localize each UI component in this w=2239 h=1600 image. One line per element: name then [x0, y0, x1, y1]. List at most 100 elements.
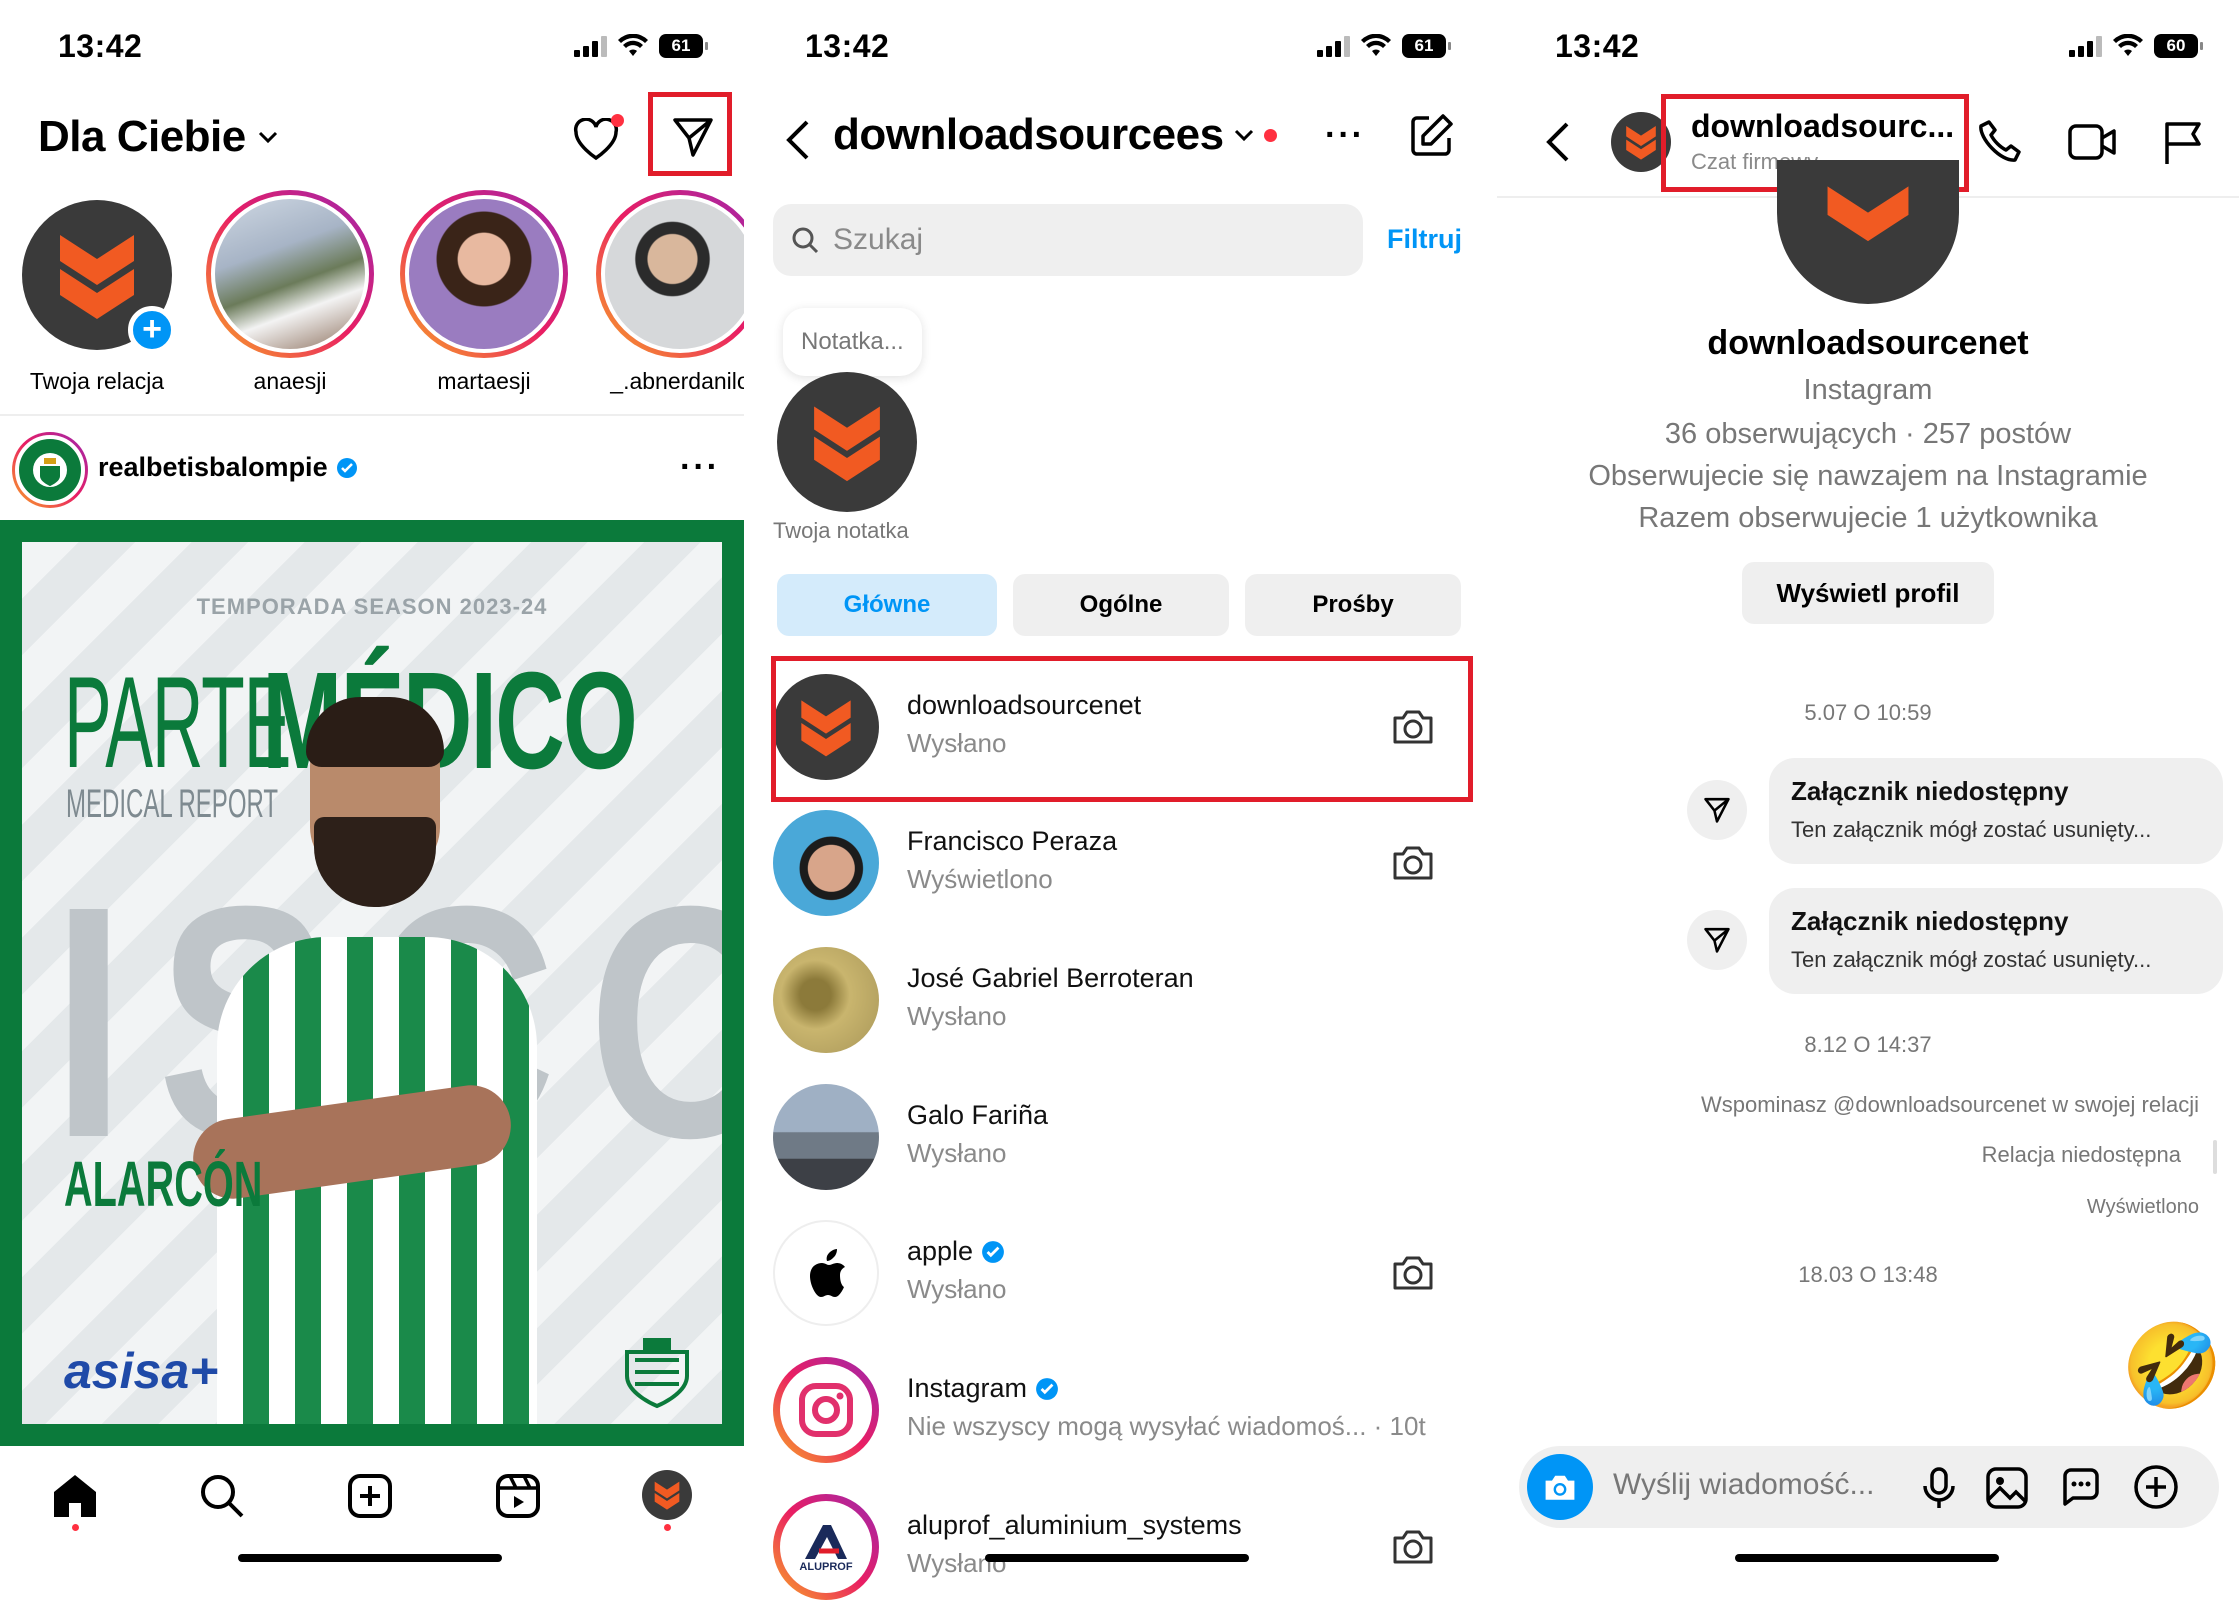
wifi-icon: [2113, 34, 2143, 56]
view-profile-button[interactable]: Wyświetl profil: [1742, 562, 1994, 624]
chat-name: Instagram: [907, 1373, 1059, 1404]
highlight-box: [771, 656, 1473, 802]
downloadsource-logo-icon: [1626, 126, 1656, 160]
home-icon[interactable]: [50, 1472, 100, 1520]
chat-row[interactable]: Galo Fariña Wysłano: [747, 1070, 1495, 1205]
filter-button[interactable]: Filtruj: [1387, 224, 1462, 255]
avatar: [773, 1220, 879, 1326]
camera-button[interactable]: [1527, 1454, 1593, 1520]
video-call-icon[interactable]: [2067, 120, 2117, 164]
emoji-message[interactable]: 🤣: [2121, 1326, 2223, 1408]
phone-icon[interactable]: [1975, 118, 2023, 166]
profile-tab-avatar[interactable]: [642, 1470, 692, 1520]
reels-icon[interactable]: [494, 1472, 542, 1520]
search-input[interactable]: Szukaj: [773, 204, 1363, 276]
microphone-icon[interactable]: [1921, 1466, 1957, 1510]
sticker-icon[interactable]: [2059, 1466, 2103, 1510]
chat-name: Galo Fariña: [907, 1100, 1049, 1130]
tab-primary[interactable]: Główne: [777, 574, 997, 636]
chat-name: aluprof_aluminium_systems: [907, 1510, 1242, 1540]
story-abnerdanilo[interactable]: [596, 190, 744, 358]
story-unavailable[interactable]: Relacja niedostępna: [1982, 1142, 2181, 1168]
chat-row[interactable]: ALUPROF aluprof_aluminium_systems Wysłan…: [747, 1480, 1495, 1600]
battery-icon: 61: [1402, 34, 1451, 58]
instagram-logo-icon: [799, 1383, 853, 1437]
add-icon[interactable]: [2133, 1464, 2179, 1510]
chat-row[interactable]: Instagram Nie wszyscy mogą wysyłać wiado…: [747, 1343, 1495, 1478]
inbox-screen: 13:42 61 downloadsourcees ··· Szukaj Fil…: [747, 0, 1495, 1600]
apple-logo-icon: [810, 1249, 845, 1297]
search-placeholder: Szukaj: [833, 223, 924, 256]
signal-icon: [1317, 35, 1350, 57]
note-bubble[interactable]: Notatka...: [783, 308, 922, 376]
post-more-button[interactable]: ···: [680, 448, 720, 487]
verified-badge-icon: [336, 457, 357, 478]
status-icons: 61: [574, 34, 708, 58]
avatar: [773, 947, 879, 1053]
chat-row[interactable]: Francisco Peraza Wyświetlono: [747, 796, 1495, 931]
add-story-icon[interactable]: +: [128, 306, 176, 354]
verified-badge-icon: [1036, 1377, 1058, 1400]
gallery-icon[interactable]: [1985, 1466, 2029, 1510]
post-image[interactable]: TEMPORADA SEASON 2023-24 PARTE MÉDICO ME…: [0, 520, 744, 1446]
create-post-icon[interactable]: [346, 1472, 394, 1520]
story-avatar: [211, 195, 369, 353]
profile-name: downloadsourcenet: [1707, 324, 2029, 362]
chat-row[interactable]: apple Wysłano: [747, 1206, 1495, 1341]
feed-screen: 13:42 61 Dla Ciebie + Twoja relacja anae…: [0, 0, 744, 1600]
home-dot: [72, 1524, 79, 1531]
account-switcher[interactable]: downloadsourcees: [833, 110, 1277, 160]
chat-status: Wysłano: [907, 1548, 1007, 1578]
camera-icon[interactable]: [1391, 1252, 1435, 1292]
profile-mutual: Obserwujecie się nawzajem na Instagramie: [1588, 460, 2148, 492]
status-time: 13:42: [1555, 28, 1640, 64]
compose-icon[interactable]: [1407, 112, 1455, 160]
timestamp: 18.03 O 13:48: [1798, 1262, 1938, 1287]
timestamp: 5.07 O 10:59: [1804, 700, 1932, 725]
story-label: anaesji: [253, 368, 327, 394]
search-icon[interactable]: [198, 1472, 246, 1520]
highlight-box: [648, 92, 732, 176]
story-anaesji[interactable]: [206, 190, 374, 358]
notifications-button[interactable]: [568, 112, 624, 168]
message-bubble[interactable]: Załącznik niedostępny Ten załącznik mógł…: [1769, 758, 2223, 864]
message-bubble[interactable]: Załącznik niedostępny Ten załącznik mógł…: [1769, 888, 2223, 994]
post-headline-1: PARTE: [64, 649, 291, 795]
message-input[interactable]: Wyślij wiadomość...: [1613, 1468, 1874, 1502]
tab-requests[interactable]: Prośby: [1245, 574, 1461, 636]
back-icon[interactable]: [1543, 120, 1573, 164]
profile-avatar: [1777, 160, 1959, 304]
chat-status: Wyświetlono: [907, 864, 1053, 894]
status-icons: 61: [1317, 34, 1451, 58]
back-icon[interactable]: [783, 118, 813, 162]
chat-status: Wysłano: [907, 1274, 1007, 1304]
forward-button[interactable]: [1687, 780, 1747, 840]
chat-name-text: Instagram: [907, 1373, 1028, 1403]
chat-row[interactable]: José Gabriel Berroteran Wysłano: [747, 933, 1495, 1068]
note-label: Twoja notatka: [773, 518, 909, 543]
forward-button[interactable]: [1687, 910, 1747, 970]
post-author[interactable]: realbetisbalompie: [98, 452, 358, 483]
mention-notice: Wspominasz @downloadsourcenet w swojej r…: [1701, 1092, 2199, 1117]
betis-crest-icon: [625, 1338, 689, 1409]
tab-general[interactable]: Ogólne: [1013, 574, 1229, 636]
note-avatar[interactable]: [777, 372, 917, 512]
camera-icon[interactable]: [1391, 1526, 1435, 1566]
wifi-icon: [1361, 34, 1391, 56]
story-own[interactable]: +: [22, 200, 176, 354]
wifi-icon: [618, 34, 648, 56]
story-label: _.abnerdanilo: [610, 368, 744, 394]
verified-badge-icon: [982, 1240, 1004, 1263]
story-reply-bar: [2213, 1140, 2217, 1174]
camera-icon[interactable]: [1391, 842, 1435, 882]
feed-selector[interactable]: Dla Ciebie: [38, 112, 280, 162]
story-martaesji[interactable]: [400, 190, 568, 358]
downloadsource-logo-icon: [654, 1481, 680, 1510]
story-label: Twoja relacja: [29, 368, 165, 394]
more-options-button[interactable]: ···: [1325, 116, 1365, 155]
post-author-avatar[interactable]: [12, 432, 88, 508]
chat-status: Nie wszyscy mogą wysyłać wiadomoś... · 1…: [907, 1411, 1426, 1441]
flag-icon[interactable]: [2161, 118, 2205, 166]
post-subtitle: MEDICAL REPORT: [66, 782, 279, 826]
downloadsource-logo-icon: [60, 235, 134, 319]
